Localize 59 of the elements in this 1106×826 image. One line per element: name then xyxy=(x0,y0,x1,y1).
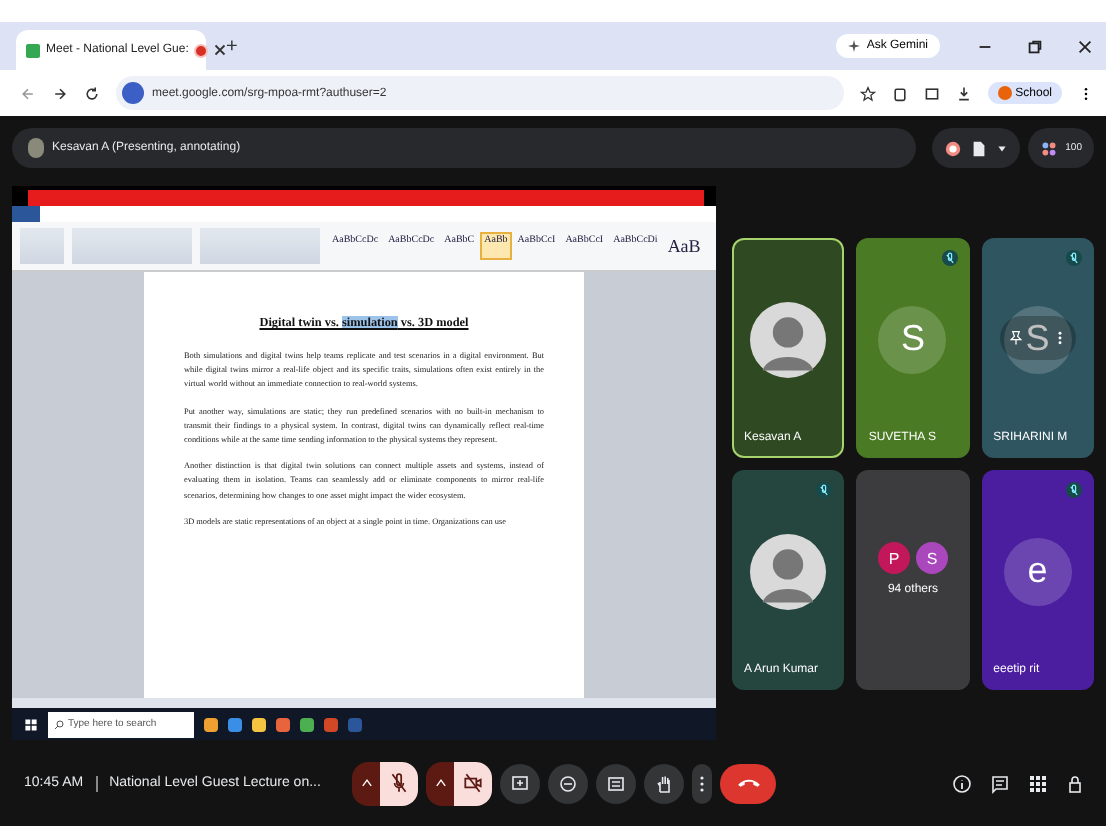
audio-options-button[interactable] xyxy=(352,761,381,805)
raise-hand-button[interactable] xyxy=(644,763,685,803)
clipboard-group-icon xyxy=(20,228,64,264)
initial-avatar: S xyxy=(915,542,948,574)
close-icon[interactable] xyxy=(214,44,227,56)
reload-icon[interactable] xyxy=(84,85,100,101)
camera-icon xyxy=(462,772,485,794)
reactions-button[interactable] xyxy=(548,763,589,803)
chat-icon[interactable] xyxy=(990,773,1010,793)
folder-icon[interactable] xyxy=(252,717,266,731)
initial-avatar: e xyxy=(1003,537,1072,605)
present-button[interactable] xyxy=(500,763,541,803)
phone-hang-up-icon xyxy=(735,776,762,790)
tile-hover-controls[interactable] xyxy=(999,315,1076,359)
apps-grid-icon[interactable] xyxy=(1028,773,1048,793)
lock-icon[interactable] xyxy=(1066,773,1086,793)
avatar-silhouette-icon xyxy=(750,301,827,377)
site-info-icon xyxy=(122,82,144,104)
captions-icon xyxy=(606,773,627,793)
present-icon xyxy=(510,773,531,793)
style-option[interactable]: AaB xyxy=(663,232,705,260)
emoji-icon xyxy=(558,773,579,793)
avatar-silhouette-icon xyxy=(750,533,827,609)
caret-icon xyxy=(433,776,448,790)
meet-logo-icon xyxy=(26,43,40,57)
more-icon xyxy=(698,773,707,793)
restore-icon[interactable] xyxy=(1026,37,1044,55)
font-group-icon xyxy=(72,228,192,264)
caret-icon xyxy=(359,776,374,790)
initial-avatar: P xyxy=(877,542,910,574)
more-options-button[interactable] xyxy=(692,763,713,803)
record-icon xyxy=(943,139,962,157)
back-icon[interactable] xyxy=(20,85,36,101)
pin-icon xyxy=(1007,329,1024,345)
new-tab-button[interactable]: + xyxy=(226,35,238,57)
sparkle-icon xyxy=(848,40,861,52)
download-icon[interactable] xyxy=(955,85,972,101)
avatar-icon xyxy=(28,138,44,158)
hand-icon xyxy=(654,773,675,793)
recording-controls[interactable] xyxy=(931,128,1020,168)
search-icon xyxy=(54,719,64,729)
people-icon xyxy=(1039,139,1058,157)
video-options-button[interactable] xyxy=(426,761,455,805)
leave-call-button[interactable] xyxy=(720,763,777,803)
forward-icon[interactable] xyxy=(52,85,68,101)
star-icon[interactable] xyxy=(859,85,876,101)
microphone-icon xyxy=(388,772,411,794)
captions-button[interactable] xyxy=(596,763,637,803)
reading-list-icon[interactable] xyxy=(923,85,940,101)
initial-avatar: S xyxy=(878,305,947,373)
close-icon[interactable] xyxy=(1076,37,1094,55)
info-icon[interactable] xyxy=(952,773,972,793)
word-icon[interactable] xyxy=(348,717,362,731)
paragraph-group-icon xyxy=(200,228,320,264)
extension-icon[interactable] xyxy=(891,85,908,101)
microphone-button[interactable] xyxy=(380,761,419,805)
windows-start-icon[interactable] xyxy=(24,717,38,731)
camera-button[interactable] xyxy=(454,761,493,805)
file-icon xyxy=(969,139,988,157)
